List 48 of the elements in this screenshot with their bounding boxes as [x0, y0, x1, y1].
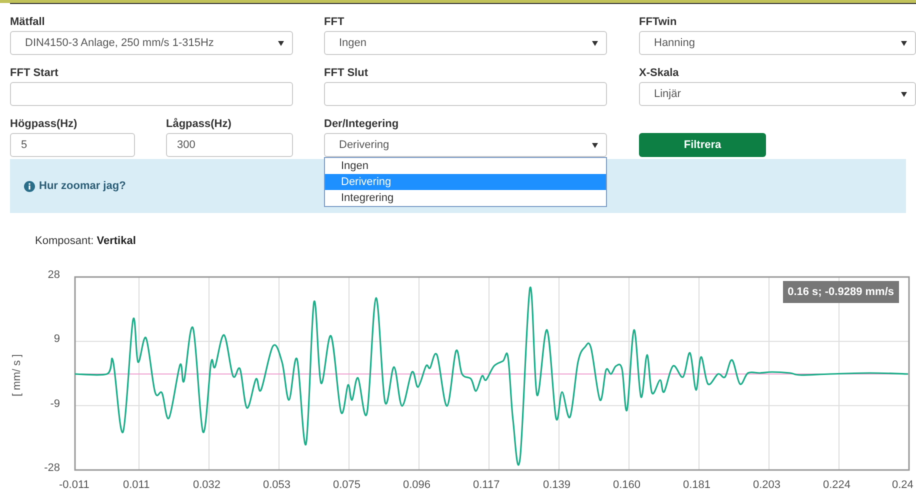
input-field[interactable] — [10, 82, 293, 106]
caret-icon — [278, 40, 284, 46]
field-label: Mätfall — [10, 16, 46, 29]
field-label: FFT Slut — [324, 67, 369, 80]
caret-icon — [592, 40, 598, 46]
x-tick-label: 0.032 — [193, 479, 221, 491]
select-field[interactable]: Linjär — [639, 82, 916, 106]
field-label: Högpass(Hz) — [10, 118, 78, 131]
field-label: FFT — [324, 16, 346, 29]
x-tick-label: 0.181 — [683, 479, 711, 491]
x-tick-label: 0.24 — [892, 479, 914, 491]
filter-button[interactable]: Filtrera — [639, 133, 766, 157]
input-field[interactable] — [324, 82, 607, 106]
x-tick-label: 0.160 — [613, 479, 641, 491]
component-label: Komposant: Vertikal — [35, 235, 136, 247]
dropdown-option[interactable]: Integrering — [325, 190, 606, 206]
x-tick-label: -0.011 — [59, 479, 90, 491]
input-field[interactable]: 5 — [10, 133, 135, 157]
field-label: FFT Start — [10, 67, 60, 80]
tooltip: 0.16 s; -0.9289 mm/s — [782, 281, 899, 303]
caret-icon — [592, 142, 598, 148]
help-link[interactable]: Hur zoomar jag? — [39, 178, 126, 194]
select-field[interactable]: DIN4150-3 Anlage, 250 mm/s 1-315Hz — [10, 31, 293, 55]
y-axis-label: [ mm/ s ] — [10, 354, 24, 396]
y-tick-label: 28 — [46, 269, 60, 281]
y-tick-label: -9 — [49, 398, 60, 410]
field-label: Lågpass(Hz) — [166, 118, 232, 131]
x-tick-label: 0.203 — [753, 479, 781, 491]
input-field[interactable]: 300 — [166, 133, 293, 157]
dropdown-option[interactable]: Ingen — [325, 158, 606, 174]
select-field[interactable]: Hanning — [639, 31, 916, 55]
info-icon — [24, 180, 35, 192]
y-tick-label: -28 — [43, 462, 60, 474]
x-tick-label: 0.096 — [403, 479, 431, 491]
select-field[interactable]: Ingen — [324, 31, 607, 55]
select-field[interactable]: Derivering — [324, 133, 607, 157]
x-tick-label: 0.117 — [473, 479, 500, 491]
field-label: X-Skala — [639, 67, 680, 80]
caret-icon — [901, 92, 907, 96]
x-tick-label: 0.075 — [333, 479, 361, 491]
x-tick-label: 0.224 — [823, 479, 851, 491]
x-tick-label: 0.139 — [543, 479, 571, 491]
field-label: Der/Integering — [324, 118, 400, 131]
x-tick-label: 0.053 — [263, 479, 291, 491]
caret-icon — [901, 40, 907, 46]
field-label: FFTwin — [639, 16, 678, 29]
x-tick-label: 0.011 — [123, 479, 150, 491]
y-tick-label: 9 — [52, 333, 60, 346]
